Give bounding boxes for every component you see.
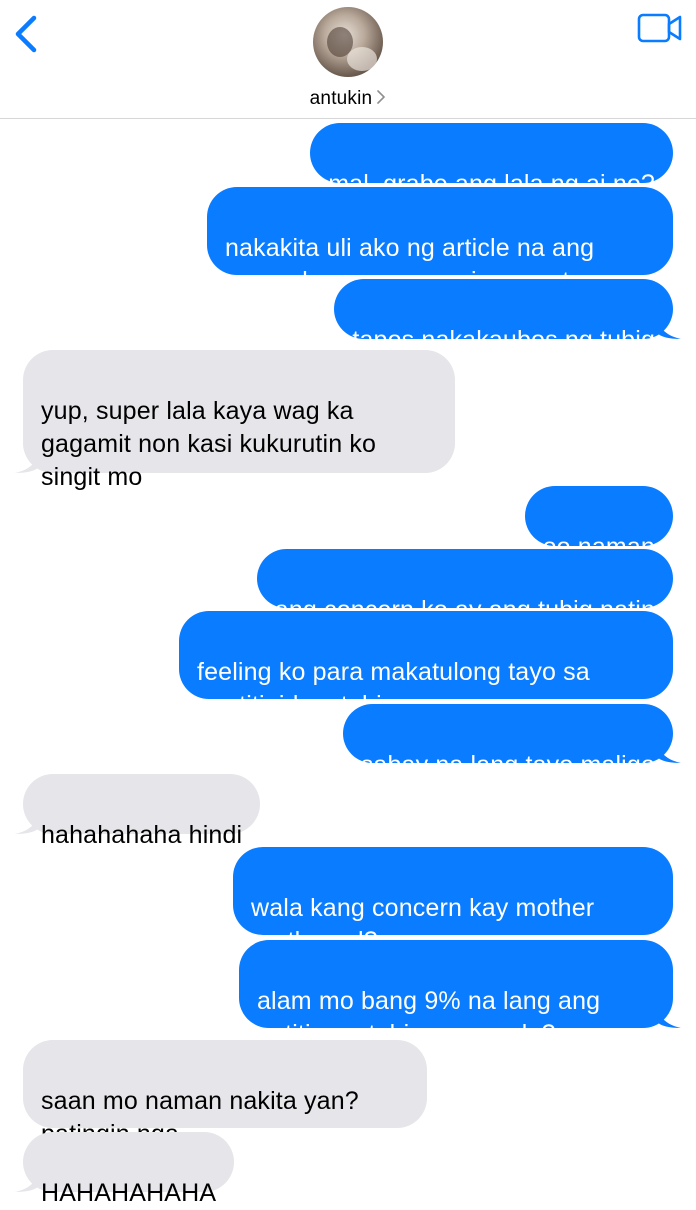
contact-name: antukin bbox=[309, 88, 373, 109]
contact-info-button[interactable]: antukin bbox=[0, 86, 696, 112]
message-bubble-sent[interactable]: oo naman bbox=[524, 486, 673, 561]
chevron-right-icon bbox=[376, 89, 386, 110]
facetime-video-button[interactable] bbox=[634, 10, 686, 46]
bubble-tail bbox=[657, 1006, 681, 1028]
header-divider bbox=[0, 118, 696, 119]
chevron-left-icon bbox=[15, 15, 37, 53]
message-bubble-sent[interactable]: ang concern ko ay ang tubig natin bbox=[256, 549, 673, 624]
message-bubble-sent[interactable]: nakakita uli ako ng article na ang sama … bbox=[207, 187, 673, 295]
message-bubble-received[interactable]: HAHAHAHAHA bbox=[15, 1132, 235, 1207]
message-bubble-sent[interactable]: feeling ko para makatulong tayo sa pagti… bbox=[179, 611, 673, 719]
bubble-tail bbox=[657, 741, 681, 763]
message-text: yup, super lala kaya wag ka gagamit non … bbox=[41, 397, 377, 491]
avatar[interactable] bbox=[313, 7, 383, 77]
message-bubble-sent[interactable]: alam mo bang 9% na lang ang natitirang t… bbox=[239, 940, 681, 1048]
bubble-tail bbox=[15, 1170, 39, 1192]
message-bubble-sent[interactable]: tapos nakakaubos ng tubig bbox=[334, 279, 681, 354]
bubble-tail bbox=[657, 317, 681, 339]
message-bubble-received[interactable]: yup, super lala kaya wag ka gagamit non … bbox=[15, 350, 455, 491]
back-button[interactable] bbox=[6, 8, 50, 58]
conversation-header: antukin bbox=[0, 0, 696, 118]
message-bubble-received[interactable]: saan mo naman nakita yan? patingin nga bbox=[23, 1040, 427, 1148]
message-text: sabay na lang tayo maligo bbox=[360, 751, 655, 779]
message-bubble-sent[interactable]: mal, grabe ang lala ng ai no? bbox=[310, 123, 673, 198]
message-bubble-sent[interactable]: sabay na lang tayo maligo bbox=[342, 704, 681, 779]
message-bubble-sent[interactable]: wala kang concern kay mother earth, mal? bbox=[233, 847, 673, 955]
message-text: hahahahaha hindi bbox=[41, 821, 243, 849]
bubble-tail bbox=[15, 451, 39, 473]
message-text: HAHAHAHAHA bbox=[41, 1179, 217, 1207]
video-camera-icon bbox=[637, 13, 682, 43]
message-bubble-received[interactable]: hahahahaha hindi bbox=[15, 774, 261, 849]
bubble-tail bbox=[15, 812, 39, 834]
